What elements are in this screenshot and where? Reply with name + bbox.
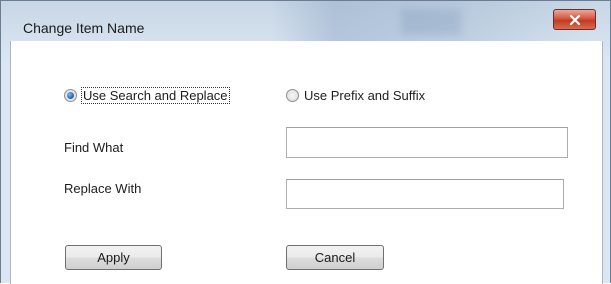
radio-unselected-icon <box>286 89 299 102</box>
title-bar-background-blur-2 <box>401 9 461 35</box>
radio-selected-icon <box>64 89 77 102</box>
replace-with-label: Replace With <box>64 181 142 196</box>
find-what-label: Find What <box>64 140 124 155</box>
search-replace-radio[interactable]: Use Search and Replace <box>64 87 230 104</box>
search-replace-label: Use Search and Replace <box>81 87 230 104</box>
apply-button[interactable]: Apply <box>65 245 162 270</box>
prefix-suffix-label: Use Prefix and Suffix <box>304 88 426 103</box>
prefix-suffix-radio[interactable]: Use Prefix and Suffix <box>286 88 425 103</box>
title-bar[interactable]: Change Item Name <box>1 1 611 41</box>
window-title: Change Item Name <box>23 20 145 36</box>
close-icon <box>569 14 580 25</box>
replace-with-input[interactable] <box>286 179 564 209</box>
dialog-body: Use Search and Replace Use Prefix and Su… <box>10 41 603 284</box>
change-item-name-dialog: Change Item Name Use Search and Replace … <box>0 0 611 284</box>
cancel-button[interactable]: Cancel <box>286 245 384 270</box>
close-button[interactable] <box>553 9 596 30</box>
find-what-input[interactable] <box>286 127 568 158</box>
